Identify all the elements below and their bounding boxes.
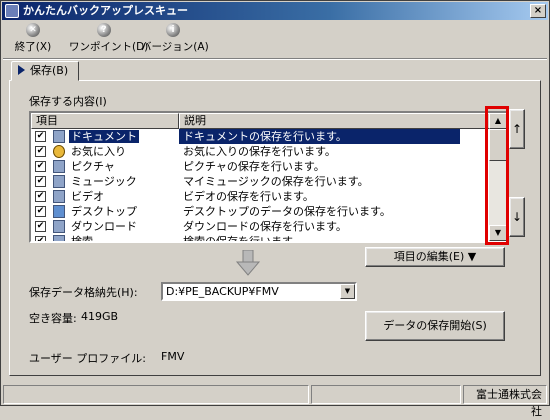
tab-save-label: 保存(B) xyxy=(30,64,69,77)
window-title: かんたんバックアップレスキュー xyxy=(23,4,188,17)
status-company: 富士通株式会社 xyxy=(463,385,547,418)
profile-value: FMV xyxy=(161,350,185,363)
help-icon: ? xyxy=(97,23,111,37)
item-name: ドキュメント xyxy=(69,130,139,143)
close-button[interactable]: × xyxy=(530,4,546,18)
tab-arrow-icon xyxy=(18,65,25,75)
list-group-label: 保存する内容(I) xyxy=(29,95,107,108)
exit-button[interactable]: ✕ 終了(X) xyxy=(13,23,53,57)
favorites-icon xyxy=(53,145,65,158)
status-pane-middle xyxy=(311,385,461,404)
edit-items-button[interactable]: 項目の編集(E) ▼ xyxy=(365,247,505,267)
folder-icon xyxy=(53,190,65,203)
destination-label: 保存データ格納先(H): xyxy=(29,286,138,299)
list-item[interactable]: ✔ ピクチャ ピクチャの保存を行います。 xyxy=(31,159,490,174)
item-checkbox[interactable]: ✔ xyxy=(35,221,46,232)
item-checkbox[interactable]: ✔ xyxy=(35,131,46,142)
item-name: 検索 xyxy=(71,235,93,243)
move-down-button[interactable]: ↓ xyxy=(509,197,525,237)
list-item[interactable]: ✔ 検索 検索の保存を行います。 xyxy=(31,234,490,243)
folder-icon xyxy=(53,130,65,143)
item-description: 検索の保存を行います。 xyxy=(183,235,303,243)
column-header-item[interactable]: 項目 xyxy=(31,113,179,129)
desktop-icon xyxy=(53,205,65,218)
toolbar-separator xyxy=(3,58,547,60)
item-description: ドキュメントの保存を行います。 xyxy=(179,129,460,144)
title-bar: かんたんバックアップレスキュー × xyxy=(2,2,548,20)
folder-icon xyxy=(53,220,65,233)
folder-icon xyxy=(53,235,65,241)
free-space-value: 419GB xyxy=(81,310,119,323)
item-description: ビデオの保存を行います。 xyxy=(183,190,314,203)
list-header: 項目 説明 xyxy=(31,113,490,129)
item-description: お気に入りの保存を行います。 xyxy=(183,145,336,158)
app-icon xyxy=(5,4,19,18)
item-name: お気に入り xyxy=(71,145,126,158)
item-checkbox[interactable]: ✔ xyxy=(35,191,46,202)
onepoint-label: ワンポイント(D) xyxy=(69,41,149,53)
list-item[interactable]: ✔ ダウンロード ダウンロードの保存を行います。 xyxy=(31,219,490,234)
tab-save[interactable]: 保存(B) xyxy=(11,61,79,81)
list-item[interactable]: ✔ デスクトップ デスクトップのデータの保存を行います。 xyxy=(31,204,490,219)
item-checkbox[interactable]: ✔ xyxy=(35,176,46,187)
scrollbar-highlight-frame xyxy=(485,106,509,245)
folder-icon xyxy=(53,160,65,173)
list-item[interactable]: ✔ ビデオ ビデオの保存を行います。 xyxy=(31,189,490,204)
item-checkbox[interactable]: ✔ xyxy=(35,146,46,157)
item-description: マイミュージックの保存を行います。 xyxy=(183,175,369,188)
chevron-down-icon[interactable]: ▼ xyxy=(340,284,355,299)
destination-select[interactable]: D:¥PE_BACKUP¥FMV ▼ xyxy=(161,282,357,301)
item-name: デスクトップ xyxy=(71,205,137,218)
item-name: ピクチャ xyxy=(71,160,115,173)
destination-value: D:¥PE_BACKUP¥FMV xyxy=(166,285,279,298)
folder-icon xyxy=(53,175,65,188)
list-item[interactable]: ✔ お気に入り お気に入りの保存を行います。 xyxy=(31,144,490,159)
exit-icon: ✕ xyxy=(26,23,40,37)
item-name: ダウンロード xyxy=(71,220,137,233)
item-checkbox[interactable]: ✔ xyxy=(35,161,46,172)
down-arrow-graphic-icon xyxy=(235,250,261,276)
item-description: デスクトップのデータの保存を行います。 xyxy=(183,205,391,218)
version-label: バージョン(A) xyxy=(141,41,209,53)
profile-label: ユーザー プロファイル: xyxy=(29,352,146,365)
item-checkbox[interactable]: ✔ xyxy=(35,236,46,241)
exit-label: 終了(X) xyxy=(14,41,52,53)
item-description: ピクチャの保存を行います。 xyxy=(183,160,325,173)
version-button[interactable]: i バージョン(A) xyxy=(141,23,209,57)
backup-items-list: 項目 説明 ✔ ドキュメント ドキュメントの保存を行います。 ✔ お気に入り お… xyxy=(29,111,509,243)
info-icon: i xyxy=(166,23,180,37)
item-name: ミュージック xyxy=(71,175,137,188)
item-description: ダウンロードの保存を行います。 xyxy=(183,220,347,233)
list-item[interactable]: ✔ ミュージック マイミュージックの保存を行います。 xyxy=(31,174,490,189)
onepoint-button[interactable]: ? ワンポイント(D) xyxy=(69,23,149,57)
app-window: かんたんバックアップレスキュー × ✕ 終了(X) ? ワンポイント(D) i … xyxy=(0,0,550,418)
list-item[interactable]: ✔ ドキュメント ドキュメントの保存を行います。 xyxy=(31,129,490,144)
status-bar: 富士通株式会社 xyxy=(3,385,547,418)
start-backup-button[interactable]: データの保存開始(S) xyxy=(365,311,505,341)
status-pane-main xyxy=(3,385,309,404)
item-checkbox[interactable]: ✔ xyxy=(35,206,46,217)
item-name: ビデオ xyxy=(71,190,104,203)
column-header-description[interactable]: 説明 xyxy=(179,113,490,129)
free-space-label: 空き容量: xyxy=(29,312,77,325)
move-up-button[interactable]: ↑ xyxy=(509,109,525,149)
